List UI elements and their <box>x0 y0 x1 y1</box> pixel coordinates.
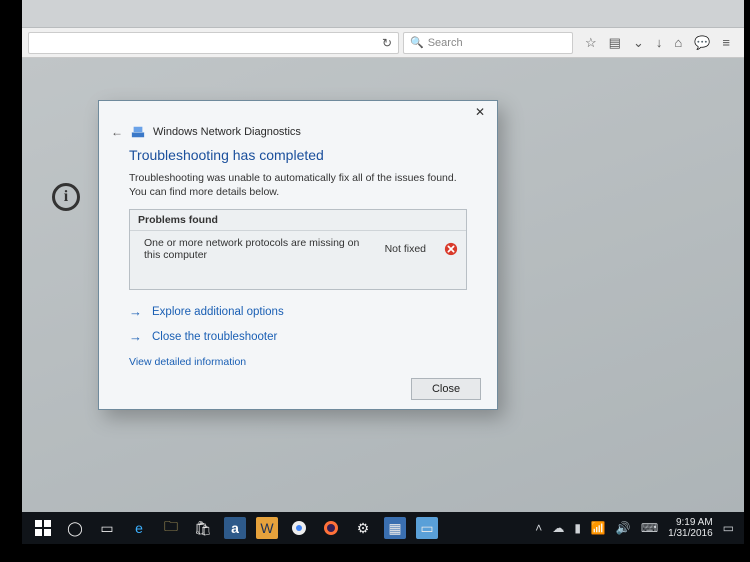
pocket-icon[interactable]: ⌄ <box>633 35 644 51</box>
back-icon[interactable]: ← <box>111 125 123 139</box>
error-icon <box>444 242 458 256</box>
show-hidden-icon[interactable]: ˄ <box>535 521 542 535</box>
store-icon[interactable]: 🛍 <box>192 517 214 539</box>
menu-icon[interactable]: ≡ <box>722 35 730 50</box>
diagnostics-icon <box>131 125 145 139</box>
toolbar-icons: ☆ ▤ ⌄ ↓ ⌂ 💬 ≡ <box>577 35 738 51</box>
search-icon[interactable]: ◯ <box>64 517 86 539</box>
clock-date: 1/31/2016 <box>668 528 713 540</box>
clock[interactable]: 9:19 AM 1/31/2016 <box>668 517 713 540</box>
edge-icon[interactable]: e <box>128 517 150 539</box>
keyboard-icon[interactable]: ⌨ <box>641 521 658 535</box>
home-icon[interactable]: ⌂ <box>674 35 682 50</box>
volume-icon[interactable]: 🔊 <box>616 521 631 535</box>
address-bar[interactable]: ↻ <box>28 32 399 54</box>
clock-time: 9:19 AM <box>668 517 713 529</box>
star-icon[interactable]: ☆ <box>585 35 597 51</box>
word-icon[interactable]: W <box>256 517 278 539</box>
taskbar: ◯ ▭ e 🗀 🛍 a W ⚙ ▦ ▭ ˄ ☁ ▮ 📶 🔊 ⌨ 9:1 <box>22 512 744 544</box>
network-diagnostics-dialog: ✕ ← Windows Network Diagnostics Troubles… <box>98 100 498 410</box>
close-icon[interactable]: ✕ <box>463 101 497 123</box>
notifications-icon[interactable]: ▭ <box>723 521 734 535</box>
dialog-body: Troubleshooting has completed Troublesho… <box>99 147 497 368</box>
explore-options-link[interactable]: → Explore additional options <box>129 304 467 319</box>
page-content: i ✕ ← Windows Network Diagnostics Troubl… <box>22 58 744 512</box>
close-troubleshooter-link[interactable]: → Close the troubleshooter <box>129 329 467 344</box>
dialog-header: ← Windows Network Diagnostics <box>99 123 497 147</box>
search-box[interactable]: 🔍 Search <box>403 32 573 54</box>
screen: ↻ 🔍 Search ☆ ▤ ⌄ ↓ ⌂ 💬 ≡ i ✕ ← <box>22 0 744 544</box>
reload-icon[interactable]: ↻ <box>382 36 392 50</box>
search-placeholder: Search <box>428 37 463 49</box>
battery-icon[interactable]: ▮ <box>574 521 581 535</box>
taskbar-left: ◯ ▭ e 🗀 🛍 a W ⚙ ▦ ▭ <box>32 517 438 539</box>
taskbar-right: ˄ ☁ ▮ 📶 🔊 ⌨ 9:19 AM 1/31/2016 ▭ <box>535 517 734 540</box>
problems-panel: Problems found One or more network proto… <box>129 209 467 290</box>
dialog-footer: Close <box>99 368 497 412</box>
wifi-icon[interactable]: 📶 <box>591 521 606 535</box>
browser-tabstrip <box>22 0 744 28</box>
info-icon: i <box>52 183 80 211</box>
arrow-right-icon: → <box>129 329 142 344</box>
browser-toolbar: ↻ 🔍 Search ☆ ▤ ⌄ ↓ ⌂ 💬 ≡ <box>22 28 744 58</box>
problem-text: One or more network protocols are missin… <box>144 237 377 261</box>
chrome-icon[interactable] <box>288 517 310 539</box>
dialog-titlebar: ✕ <box>99 101 497 123</box>
reader-icon[interactable]: ▤ <box>609 35 621 51</box>
problem-item: One or more network protocols are missin… <box>130 231 466 289</box>
start-icon[interactable] <box>32 517 54 539</box>
close-button[interactable]: Close <box>411 378 481 400</box>
calculator-icon[interactable]: ▦ <box>384 517 406 539</box>
explorer-icon[interactable]: 🗀 <box>160 517 182 539</box>
problems-header: Problems found <box>130 210 466 231</box>
app-icon[interactable]: ▭ <box>416 517 438 539</box>
close-troubleshooter-label: Close the troubleshooter <box>152 331 277 343</box>
dialog-subtext: Troubleshooting was unable to automatica… <box>129 171 467 199</box>
dialog-title: Windows Network Diagnostics <box>153 126 301 138</box>
search-icon: 🔍 <box>410 36 424 49</box>
amazon-icon[interactable]: a <box>224 517 246 539</box>
view-detailed-link[interactable]: View detailed information <box>129 356 467 368</box>
arrow-right-icon: → <box>129 304 142 319</box>
onedrive-icon[interactable]: ☁ <box>552 521 564 535</box>
problem-status: Not fixed <box>385 243 426 255</box>
taskview-icon[interactable]: ▭ <box>96 517 118 539</box>
dialog-heading: Troubleshooting has completed <box>129 147 467 163</box>
chat-icon[interactable]: 💬 <box>694 35 710 51</box>
settings-icon[interactable]: ⚙ <box>352 517 374 539</box>
explore-options-label: Explore additional options <box>152 306 284 318</box>
download-icon[interactable]: ↓ <box>656 35 663 50</box>
firefox-icon[interactable] <box>320 517 342 539</box>
